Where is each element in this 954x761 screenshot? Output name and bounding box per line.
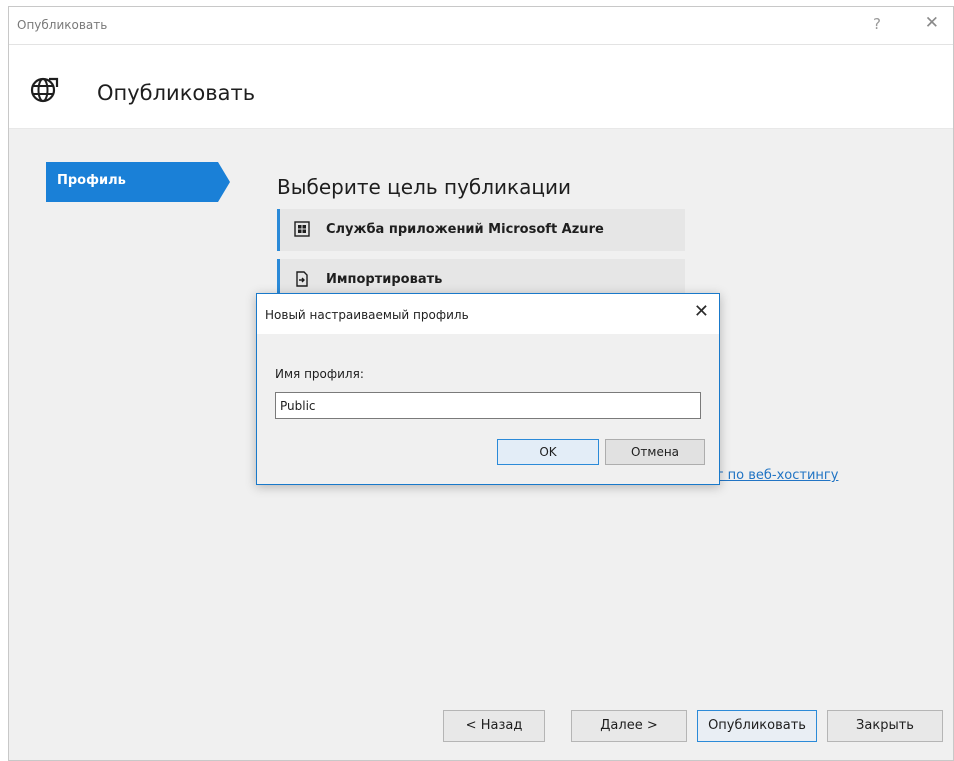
import-file-icon [296,271,308,287]
close-button[interactable]: Закрыть [827,710,943,742]
dialog-title: Новый настраиваемый профиль [265,308,469,322]
publish-window: Опубликовать ? ✕ Опубликовать Профиль Вы… [8,6,954,761]
profile-name-label: Имя профиля: [275,367,364,381]
window-title: Опубликовать [17,18,108,32]
profile-name-input[interactable] [275,392,701,419]
next-button[interactable]: Далее > [571,710,687,742]
dialog-close-button[interactable]: ✕ [694,301,709,322]
ok-button[interactable]: OK [497,439,599,465]
help-button[interactable]: ? [873,15,881,33]
azure-app-service-icon [294,221,310,237]
back-button[interactable]: < Назад [443,710,545,742]
cancel-button[interactable]: Отмена [605,439,705,465]
globe-publish-icon [30,77,59,103]
close-window-button[interactable]: ✕ [925,13,939,33]
target-azure-app-service[interactable]: Служба приложений Microsoft Azure [277,209,685,251]
hosting-services-link[interactable]: уг по веб-хостингу [709,468,838,483]
page-title: Опубликовать [97,81,256,105]
target-label: Импортировать [326,272,443,287]
new-profile-dialog: Новый настраиваемый профиль ✕ Имя профил… [256,293,720,485]
page-header: Опубликовать [9,45,953,129]
publish-button[interactable]: Опубликовать [697,710,817,742]
section-title: Выберите цель публикации [277,175,571,199]
target-label: Служба приложений Microsoft Azure [326,222,604,237]
dialog-title-bar: Новый настраиваемый профиль ✕ [257,294,719,334]
sidebar-item-profile[interactable]: Профиль [46,162,230,202]
sidebar-item-label: Профиль [57,173,126,188]
title-bar: Опубликовать ? ✕ [9,7,953,45]
